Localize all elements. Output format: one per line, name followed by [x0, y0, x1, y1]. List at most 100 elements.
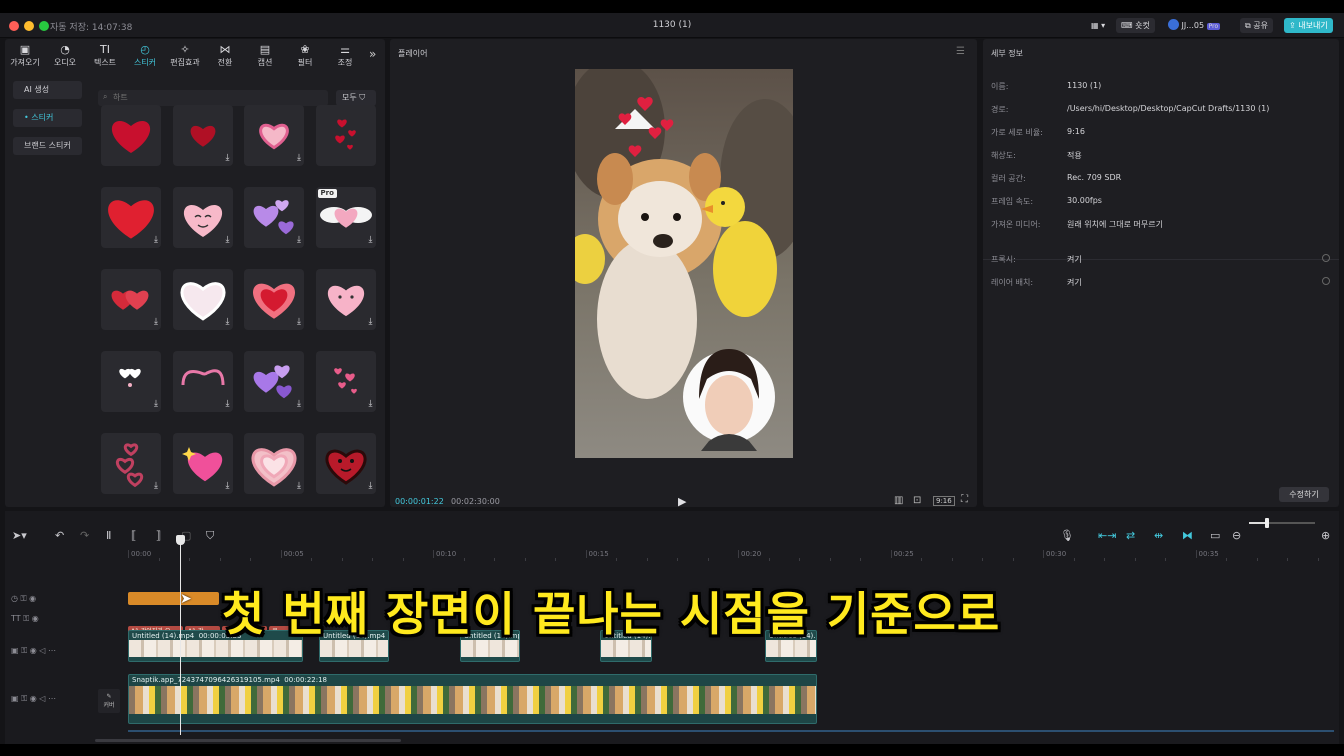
account-button[interactable]: JJ...05 Pro	[1163, 18, 1225, 33]
download-icon[interactable]: ⤓	[297, 481, 301, 491]
trim-left-icon[interactable]: ⟦	[131, 529, 136, 542]
tab-filter[interactable]: ❀ 필터	[287, 43, 323, 68]
sticker-double-red-hearts[interactable]: ⤓	[101, 269, 161, 330]
download-icon[interactable]: ⤓	[297, 153, 301, 163]
sticker-small-red-heart[interactable]: ⤓	[172, 105, 233, 166]
share-button[interactable]: ⧉ 공유	[1240, 18, 1273, 33]
sidebar-item-sticker[interactable]: • 스티커	[13, 109, 82, 127]
download-icon[interactable]: ⤓	[369, 481, 373, 491]
sticker-sparkle-pink-heart[interactable]: ⤓	[172, 433, 233, 494]
microphone-icon[interactable]: 🎙	[1060, 529, 1074, 542]
main-video-clip[interactable]: Snaptik.app_7243747096426319105.mp4 00:0…	[128, 674, 817, 724]
sticker-scattered-hearts[interactable]	[315, 105, 376, 166]
sticker-clip[interactable]	[128, 592, 219, 605]
keyboard-icon: ⌨	[1121, 21, 1136, 30]
download-icon[interactable]: ⤓	[369, 317, 373, 327]
sparkle-pink-heart-icon	[181, 447, 222, 482]
detail-value: 켜기	[1067, 278, 1082, 287]
link-icon[interactable]: ⇄	[1126, 529, 1135, 542]
sticker-smiling-red-heart[interactable]: ⤓	[315, 433, 376, 494]
sticker-tiny-white-hearts[interactable]: ⤓	[101, 351, 161, 412]
aspect-ratio-button[interactable]: 9:16	[933, 496, 955, 506]
download-icon[interactable]: ⤓	[297, 399, 301, 409]
timeline-scrollbar[interactable]	[95, 739, 401, 742]
preview-video[interactable]	[575, 69, 793, 458]
download-icon[interactable]: ⤓	[154, 399, 158, 409]
tab-transition[interactable]: ⋈ 전환	[207, 43, 243, 68]
zoom-in-icon[interactable]: ⊕	[1321, 529, 1330, 542]
undo-icon[interactable]: ↶	[55, 529, 64, 542]
zoom-slider[interactable]	[1249, 518, 1315, 528]
download-icon[interactable]: ⤓	[154, 235, 158, 245]
download-icon[interactable]: ⤓	[154, 481, 158, 491]
detail-label: 프록시:	[991, 255, 1016, 264]
export-icon: ⇪	[1289, 21, 1299, 30]
shortcut-button[interactable]: ⌨ 숏컷	[1116, 18, 1155, 33]
sticker-pink-curve-heart[interactable]: ⤓	[172, 351, 233, 412]
modify-button[interactable]: 수정하기	[1279, 487, 1329, 502]
download-icon[interactable]: ⤓	[297, 235, 301, 245]
player-menu-icon[interactable]: ☰	[956, 46, 965, 57]
download-icon[interactable]: ⤓	[297, 317, 301, 327]
sticker-checkered-heart[interactable]: ⤓	[172, 269, 233, 330]
playhead-handle[interactable]	[176, 535, 185, 545]
sticker-cute-pink-heart[interactable]: ⤓	[315, 269, 376, 330]
play-button[interactable]: ▶	[678, 495, 686, 508]
snap-icon[interactable]: ⇤⇥	[1098, 529, 1116, 542]
download-icon[interactable]: ⤓	[154, 317, 158, 327]
zoom-out-icon[interactable]: ⊖	[1232, 529, 1241, 542]
tab-text[interactable]: TI 텍스트	[87, 43, 123, 68]
layout-icon[interactable]: ▦ ▾	[1086, 18, 1110, 33]
sticker-purple-hearts-cluster[interactable]: ⤓	[244, 351, 304, 412]
download-icon[interactable]: ⤓	[226, 235, 230, 245]
sticker-sprinkled-pink-hearts[interactable]: ⤓	[315, 351, 376, 412]
import-icon: ▣	[19, 43, 31, 56]
ruler-tick	[250, 558, 251, 561]
sticker-search-input[interactable]	[98, 90, 328, 106]
layer-help-icon[interactable]	[1322, 277, 1330, 285]
tab-caption[interactable]: ▤ 캡션	[247, 43, 283, 68]
tab-effects[interactable]: ✧ 편집효과	[167, 43, 203, 68]
cover-button[interactable]: ✎ 커버	[98, 689, 120, 713]
download-icon[interactable]: ⤓	[369, 235, 373, 245]
download-icon[interactable]: ⤓	[369, 399, 373, 409]
filter-dropdown[interactable]: 모두 ⛉	[336, 90, 376, 106]
sidebar-item-brand-sticker[interactable]: 브랜드 스티커	[13, 137, 82, 155]
sticker-glossy-red-heart[interactable]: ⤓	[101, 187, 161, 248]
magnet-icon[interactable]: ⧓	[1182, 529, 1193, 542]
double-red-hearts-icon	[111, 290, 149, 310]
screenshot-icon[interactable]: ⊡	[913, 495, 921, 506]
sticker-purple-bubble-hearts[interactable]: ⤓	[244, 187, 304, 248]
sticker-smiling-pink-heart[interactable]: ⤓	[172, 187, 233, 248]
sticker-red-heart[interactable]	[101, 105, 161, 166]
proxy-help-icon[interactable]	[1322, 254, 1330, 262]
sticker-glowing-red-heart[interactable]: ⤓	[244, 269, 304, 330]
split-icon[interactable]: Ⅱ	[106, 529, 111, 542]
sticker-layered-pink-heart[interactable]: ⤓	[244, 433, 304, 494]
zoom-slider-handle[interactable]	[1265, 518, 1269, 528]
tab-sticker[interactable]: ◴ 스티커	[127, 43, 163, 68]
trim-right-icon[interactable]: ⟧	[156, 529, 161, 542]
download-icon[interactable]: ⤓	[226, 153, 230, 163]
download-icon[interactable]: ⤓	[226, 399, 230, 409]
sidebar-item-ai-generate[interactable]: AI 생성	[13, 81, 82, 99]
shield-icon[interactable]: ⛉	[206, 529, 214, 543]
sticker-winged-heart[interactable]: ⤓ Pro	[315, 187, 376, 248]
download-icon[interactable]: ⤓	[226, 481, 230, 491]
export-button[interactable]: ⇪ 내보내기	[1284, 18, 1333, 33]
tab-import[interactable]: ▣ 가져오기	[7, 43, 43, 68]
fullscreen-icon[interactable]: ⛶	[961, 494, 968, 505]
download-icon[interactable]: ⤓	[226, 317, 230, 327]
player-title: 플레이어	[398, 49, 428, 58]
select-tool-icon[interactable]: ➤▾	[12, 529, 27, 542]
caption-toggle-icon[interactable]: ▭	[1210, 529, 1220, 542]
playhead[interactable]	[176, 535, 185, 735]
sticker-outline-stacked-hearts[interactable]: ⤓	[101, 433, 161, 494]
tab-adjust[interactable]: ⚌ 조정	[327, 43, 363, 68]
more-tools-icon[interactable]: »	[369, 47, 376, 61]
redo-icon[interactable]: ↷	[80, 529, 89, 542]
tab-audio[interactable]: ◔ 오디오	[47, 43, 83, 68]
preview-axis-icon[interactable]: ⇹	[1154, 529, 1163, 542]
fit-icon[interactable]: ▥	[894, 495, 903, 506]
sticker-pink-outline-heart[interactable]: ⤓	[244, 105, 304, 166]
